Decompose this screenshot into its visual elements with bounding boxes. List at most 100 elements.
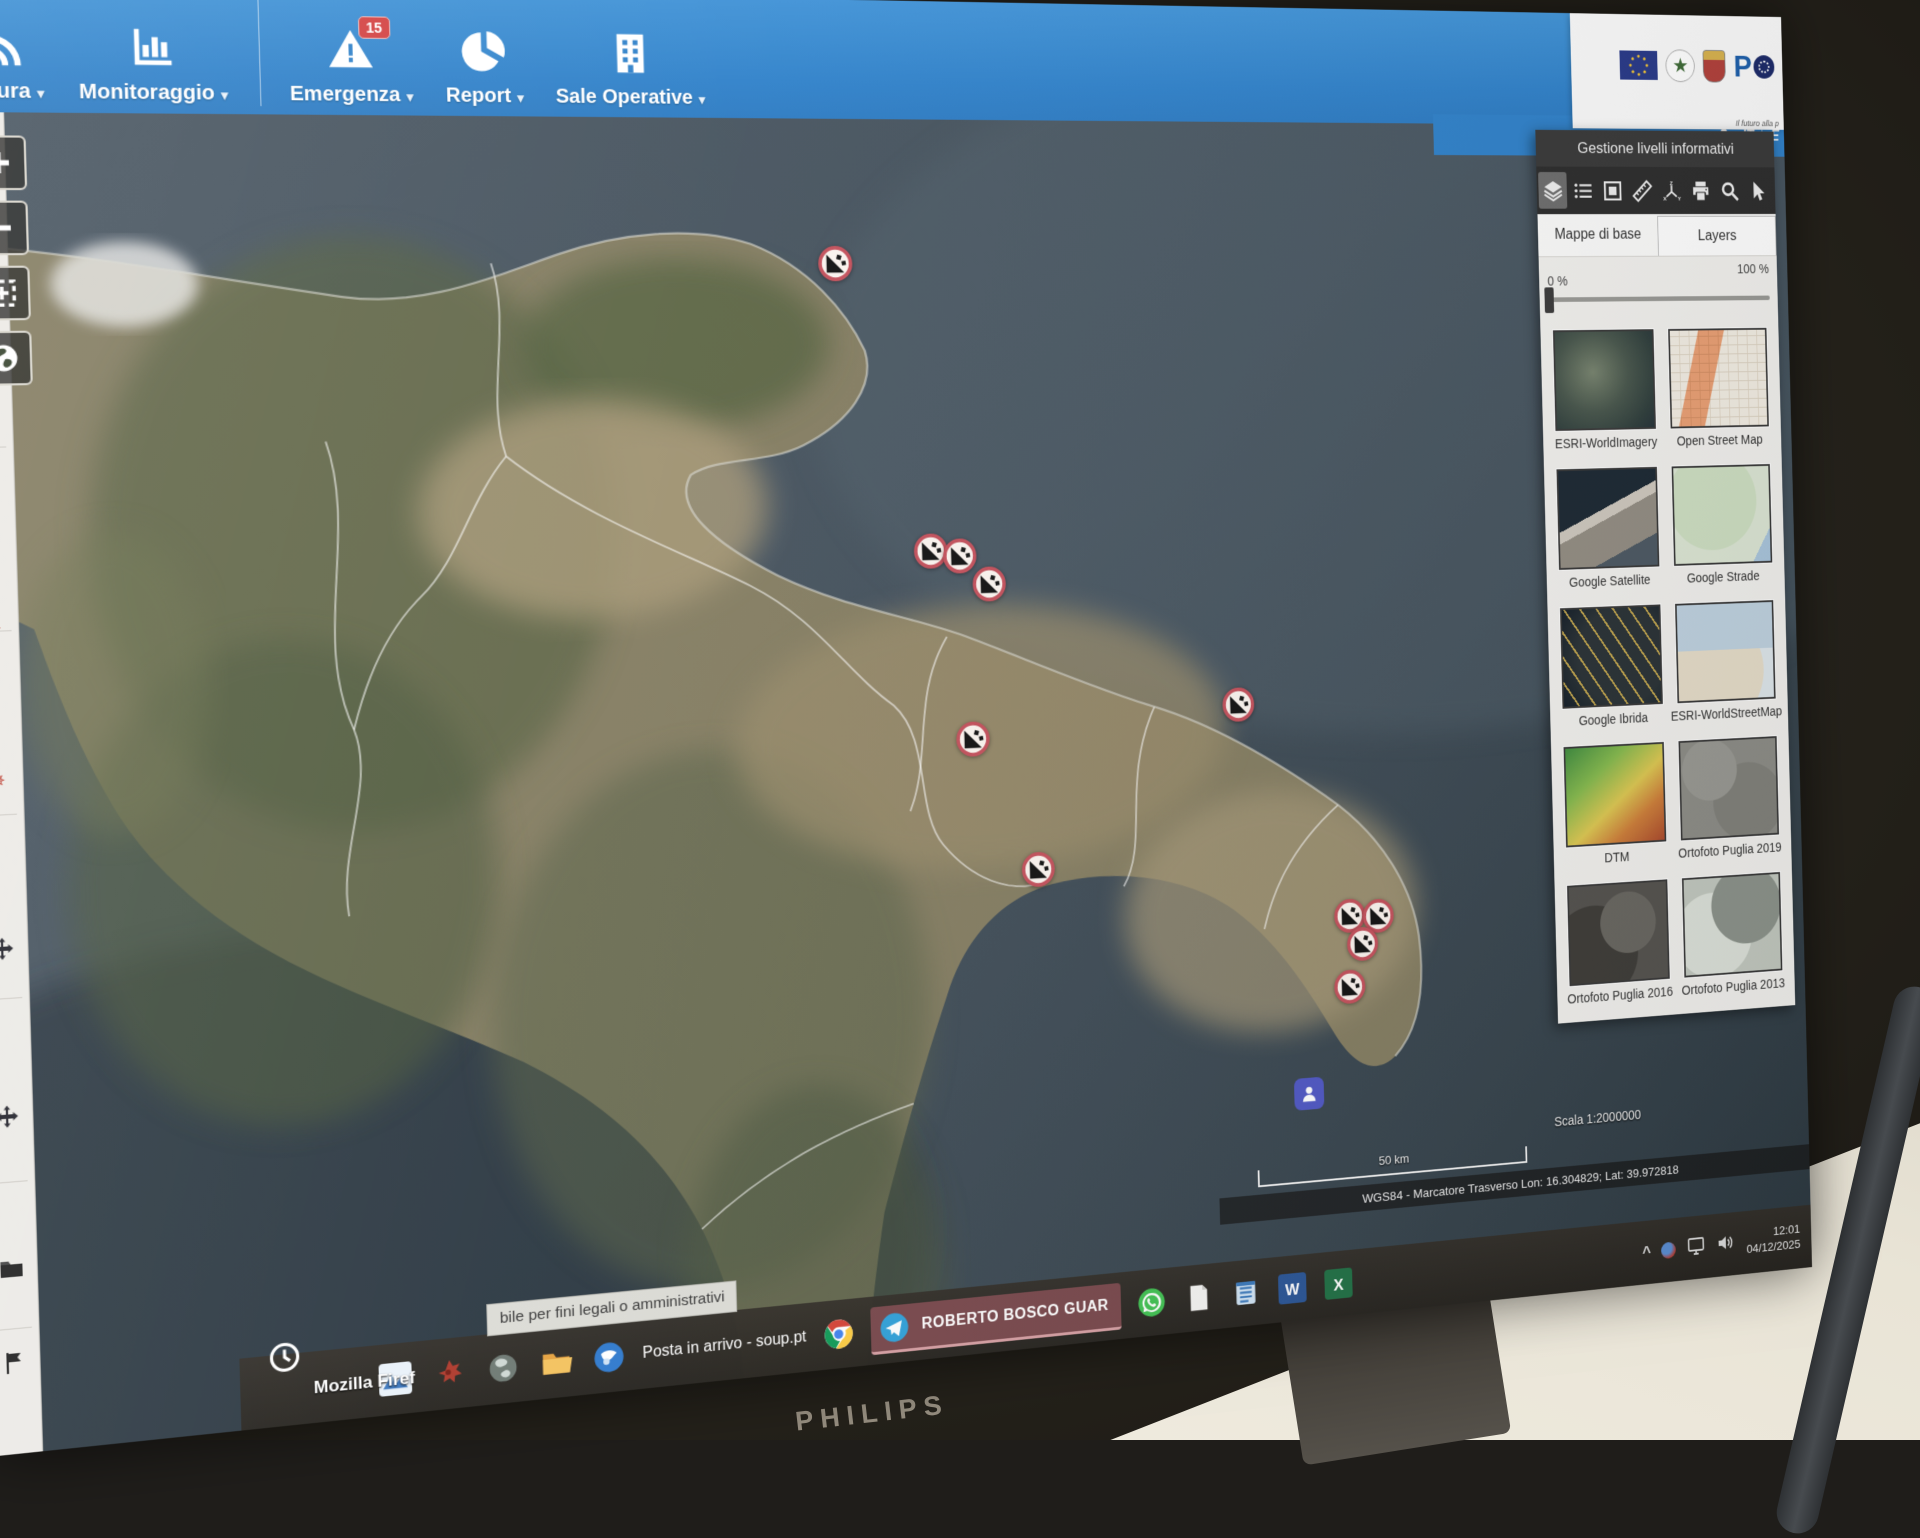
system-tray: ^ 12:01 04/12/2025 bbox=[1642, 1222, 1804, 1269]
strip-divider bbox=[0, 446, 6, 448]
move-icon[interactable] bbox=[0, 1102, 22, 1131]
signal-icon bbox=[0, 21, 36, 70]
landslide-marker[interactable] bbox=[1346, 926, 1379, 963]
basemap-orto2013[interactable]: Ortofoto Puglia 2013 bbox=[1675, 872, 1789, 998]
word-icon[interactable]: W bbox=[1276, 1269, 1310, 1308]
panel-title: Gestione livelli informativi bbox=[1535, 130, 1774, 168]
box-zoom-button[interactable] bbox=[0, 266, 31, 321]
document-icon[interactable] bbox=[1182, 1278, 1217, 1317]
file-explorer-icon[interactable] bbox=[537, 1342, 576, 1384]
basemap-osm[interactable]: Open Street Map bbox=[1661, 328, 1775, 449]
extent-tool-icon[interactable] bbox=[1598, 172, 1627, 208]
red-mark-icon[interactable]: ✳ bbox=[0, 615, 8, 643]
basemap-thumbnail[interactable] bbox=[1560, 604, 1663, 708]
opacity-track[interactable] bbox=[1548, 296, 1770, 303]
measure-tool-icon[interactable] bbox=[1627, 172, 1656, 208]
basemap-gibrida[interactable]: Google Ibrida bbox=[1557, 604, 1666, 729]
basemap-label: Open Street Map bbox=[1677, 432, 1763, 448]
strip-divider bbox=[0, 1180, 28, 1184]
dragon-app-icon[interactable] bbox=[430, 1352, 470, 1394]
italy-emblem-icon: ★ bbox=[1665, 49, 1695, 82]
basemap-orto2016[interactable]: Ortofoto Puglia 2016 bbox=[1565, 879, 1674, 1006]
speaker-icon[interactable] bbox=[1716, 1230, 1736, 1258]
pie-icon bbox=[460, 28, 508, 75]
globe-app-icon[interactable] bbox=[483, 1347, 522, 1389]
flag-icon[interactable] bbox=[0, 1348, 29, 1378]
basemap-label: Google Satellite bbox=[1569, 572, 1651, 589]
excel-icon[interactable]: X bbox=[1322, 1264, 1356, 1303]
tray-chevron-icon[interactable]: ^ bbox=[1642, 1243, 1651, 1263]
tab-mappe-di-base[interactable]: Mappe di base bbox=[1537, 214, 1658, 256]
notes-icon[interactable] bbox=[1229, 1273, 1263, 1312]
whatsapp-icon[interactable] bbox=[1134, 1283, 1169, 1322]
basemap-dtm[interactable]: DTM bbox=[1561, 742, 1670, 868]
teams-icon[interactable] bbox=[1294, 1077, 1324, 1111]
firefox-tray-icon[interactable] bbox=[1661, 1241, 1676, 1259]
zoom-out-button[interactable] bbox=[0, 201, 29, 256]
strip-divider bbox=[0, 1327, 32, 1332]
layers-tool-icon[interactable] bbox=[1538, 172, 1567, 209]
move-icon[interactable] bbox=[0, 934, 17, 963]
svg-text:X: X bbox=[1663, 196, 1667, 202]
basemap-esristreet[interactable]: ESRI-WorldStreetMap bbox=[1668, 600, 1782, 724]
telegram-icon[interactable] bbox=[876, 1307, 913, 1347]
strip-divider bbox=[0, 814, 17, 817]
axis-tool-icon[interactable]: ZXY bbox=[1657, 172, 1686, 208]
menu-sale-operative[interactable]: Sale Operative▾ bbox=[537, 0, 721, 110]
red-mark-icon[interactable]: ✳ bbox=[0, 478, 4, 506]
world-button[interactable] bbox=[0, 331, 33, 386]
folder-icon[interactable] bbox=[0, 1254, 26, 1284]
basemap-gstrade[interactable]: Google Strade bbox=[1665, 464, 1779, 586]
clock-date[interactable]: 12:01 04/12/2025 bbox=[1746, 1222, 1801, 1258]
search-tool-icon[interactable] bbox=[1715, 173, 1743, 209]
list-tool-icon[interactable] bbox=[1568, 172, 1597, 209]
screen: ✳ ✳ ✵ isura▾ Monitoraggio▾ 15 Emergenza▾ R… bbox=[0, 0, 1812, 1456]
menu-report[interactable]: Report▾ bbox=[427, 0, 540, 108]
opacity-handle[interactable] bbox=[1544, 287, 1554, 313]
basemap-gsat[interactable]: Google Satellite bbox=[1554, 467, 1663, 590]
basemap-label: Ortofoto Puglia 2016 bbox=[1567, 984, 1673, 1007]
chevron-down-icon: ▾ bbox=[699, 92, 706, 107]
chart-icon bbox=[127, 23, 178, 71]
menu-monitoraggio[interactable]: Monitoraggio▾ bbox=[59, 0, 245, 106]
thunderbird-label[interactable]: Posta in arrivo - soup.pt bbox=[642, 1329, 806, 1363]
basemap-thumbnail[interactable] bbox=[1564, 742, 1667, 848]
landslide-marker[interactable] bbox=[1333, 968, 1366, 1005]
basemap-orto2019[interactable]: Ortofoto Puglia 2019 bbox=[1671, 736, 1785, 861]
logo-tagline: Il futuro alla p bbox=[1736, 119, 1779, 128]
landslide-marker[interactable] bbox=[1222, 686, 1256, 722]
basemap-esri-imagery[interactable]: ESRI-WorldImagery bbox=[1550, 329, 1659, 451]
basemap-thumbnail[interactable] bbox=[1682, 872, 1783, 978]
chevron-down-icon: ▾ bbox=[221, 87, 228, 103]
menu-misura[interactable]: isura▾ bbox=[0, 0, 62, 104]
landslide-marker[interactable] bbox=[1021, 851, 1056, 889]
opacity-min-label: 0 % bbox=[1547, 274, 1567, 289]
pointer-tool-icon[interactable] bbox=[1744, 173, 1772, 209]
landslide-marker[interactable] bbox=[817, 245, 853, 281]
menu-emergenza[interactable]: 15 Emergenza▾ bbox=[257, 0, 430, 108]
basemap-thumbnail[interactable] bbox=[1678, 736, 1779, 840]
menu-label: Report▾ bbox=[446, 84, 524, 108]
opacity-max-label: 100 % bbox=[1737, 261, 1769, 276]
basemap-thumbnail[interactable] bbox=[1553, 329, 1656, 431]
strip-divider bbox=[0, 997, 22, 1001]
landslide-marker[interactable] bbox=[972, 566, 1007, 603]
chrome-icon[interactable] bbox=[820, 1314, 857, 1355]
basemap-thumbnail[interactable] bbox=[1557, 467, 1660, 570]
monitor-tray-icon[interactable] bbox=[1686, 1233, 1706, 1261]
thunderbird-icon[interactable] bbox=[590, 1337, 629, 1379]
red-star-icon[interactable]: ✵ bbox=[0, 767, 12, 796]
basemap-thumbnail[interactable] bbox=[1675, 600, 1776, 703]
logo-letter: P bbox=[1733, 49, 1752, 84]
top-navbar: isura▾ Monitoraggio▾ 15 Emergenza▾ Repor… bbox=[0, 0, 1784, 126]
basemap-thumbnail[interactable] bbox=[1567, 879, 1670, 986]
basemap-thumbnail[interactable] bbox=[1668, 328, 1769, 429]
basemap-thumbnail[interactable] bbox=[1671, 464, 1772, 566]
print-tool-icon[interactable] bbox=[1686, 172, 1714, 208]
tab-layers[interactable]: Layers bbox=[1657, 216, 1776, 256]
basemap-label: Ortofoto Puglia 2013 bbox=[1682, 975, 1786, 997]
basemap-label: ESRI-WorldImagery bbox=[1555, 434, 1658, 451]
landslide-marker[interactable] bbox=[955, 720, 990, 757]
zoom-in-button[interactable] bbox=[0, 135, 27, 190]
basemap-label: Ortofoto Puglia 2019 bbox=[1678, 840, 1782, 861]
